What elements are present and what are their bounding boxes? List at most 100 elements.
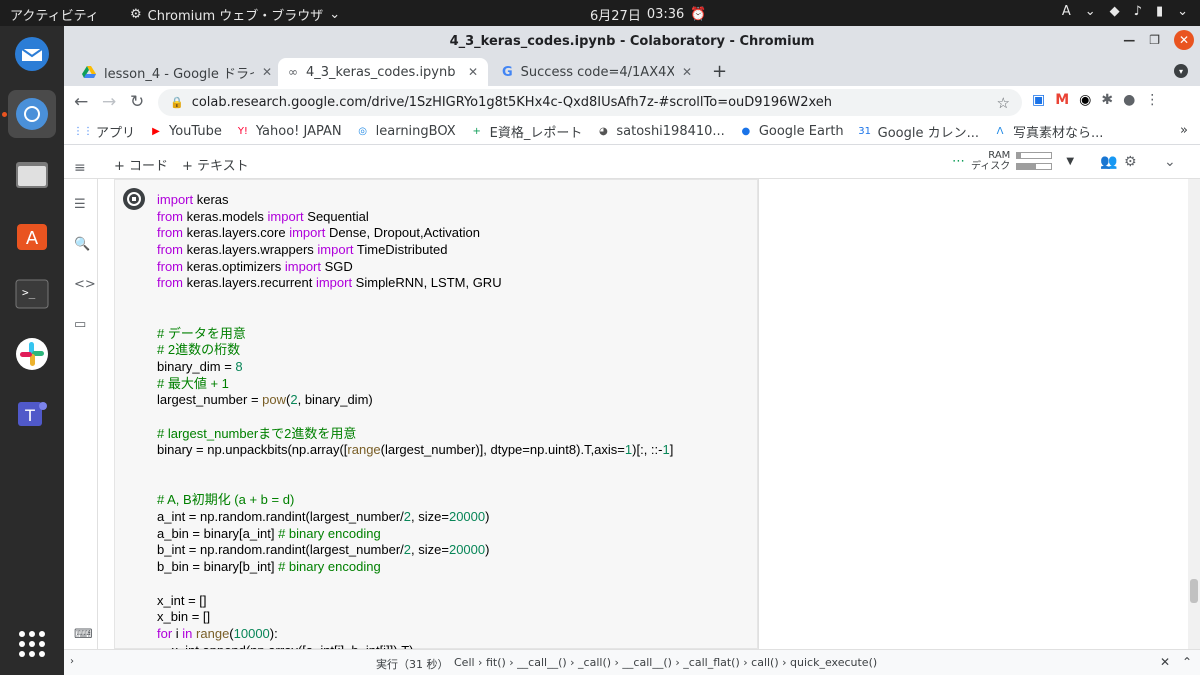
- code-token: SGD: [321, 258, 353, 274]
- code-token: import: [315, 275, 353, 291]
- close-window-button[interactable]: ✕: [1174, 30, 1194, 50]
- gmail-icon[interactable]: M: [1055, 92, 1069, 108]
- stop-square: [132, 197, 136, 201]
- code-line: # 2進数の桁数: [157, 342, 673, 359]
- maximize-icon[interactable]: ❐: [1149, 33, 1160, 47]
- add-text-button[interactable]: + テキスト: [182, 155, 249, 174]
- code-line: import keras: [157, 192, 673, 209]
- code-token: ): [485, 509, 490, 525]
- dock-show-apps[interactable]: [8, 620, 56, 668]
- dock-teams[interactable]: T: [8, 390, 56, 438]
- code-token: 10000: [233, 625, 270, 641]
- search-icon[interactable]: 🔍: [74, 237, 90, 252]
- command-palette-icon[interactable]: ⌨: [74, 627, 93, 642]
- dock-terminal[interactable]: >_: [8, 270, 56, 318]
- reload-icon[interactable]: ↻: [130, 92, 144, 112]
- system-tray[interactable]: A ⌄ ◆ ♪ ▮ ⌄: [1062, 4, 1188, 19]
- dock-thunderbird[interactable]: [8, 30, 56, 78]
- dock-chromium[interactable]: [8, 90, 56, 138]
- tab-colab[interactable]: ∞ 4_3_keras_codes.ipynb - Colaboratory ✕: [278, 58, 488, 86]
- tab-search-icon[interactable]: ▾: [1174, 64, 1188, 78]
- code-token: from: [157, 275, 183, 291]
- bookmark-label: 写真素材なら...: [1013, 126, 1104, 141]
- code-token: 2: [403, 542, 412, 558]
- bookmark-star-icon[interactable]: ☆: [997, 94, 1010, 112]
- share-people-icon[interactable]: 👥: [1100, 154, 1117, 170]
- code-editor[interactable]: import keras from keras.models import Seq…: [157, 192, 673, 659]
- resource-monitor[interactable]: ⋯ RAM ディスク ▼: [952, 150, 1074, 172]
- gear-icon[interactable]: ⚙: [1124, 154, 1137, 170]
- bookmark-item[interactable]: 31 Google カレン...: [858, 122, 979, 141]
- extension-screen-icon[interactable]: ▣: [1032, 92, 1045, 108]
- bookmark-item[interactable]: Y! Yahoo! JAPAN: [236, 124, 342, 139]
- activities-button[interactable]: アクティビティ: [10, 5, 99, 24]
- add-code-button[interactable]: + コード: [114, 155, 168, 174]
- bookmark-item[interactable]: ◕ satoshi198410...: [596, 124, 725, 139]
- code-snippets-icon[interactable]: <>: [74, 277, 96, 292]
- code-token: # largest_numberまで2進数を用意: [157, 425, 357, 441]
- tab-title: lesson_4 - Google ドライブ: [104, 66, 254, 82]
- extension-circle-icon[interactable]: ◉: [1079, 92, 1091, 108]
- bookmark-item[interactable]: Λ 写真素材なら...: [993, 122, 1104, 141]
- window-titlebar[interactable]: 4_3_keras_codes.ipynb - Colaboratory - C…: [64, 26, 1200, 56]
- code-token: keras: [193, 192, 229, 207]
- battery-icon: ▮: [1155, 4, 1164, 19]
- dock-slack[interactable]: [8, 330, 56, 378]
- forward-arrow-icon[interactable]: →: [102, 92, 116, 112]
- code-line: # A, B初期化 (a + b = d): [157, 492, 673, 509]
- code-token: (largest_number)], dtype=np.uint8).T,axi…: [380, 442, 625, 458]
- ram-bar: [1016, 152, 1053, 159]
- code-line: b_bin = binary[b_int] # binary encoding: [157, 559, 673, 576]
- table-of-contents-icon[interactable]: ☰: [74, 197, 86, 212]
- bookmarks-bar: ⋮⋮ アプリ ▶ YouTube Y! Yahoo! JAPAN ◎ learningBOX +…: [64, 119, 1200, 145]
- chevron-right-icon[interactable]: ›: [70, 656, 74, 667]
- scrollbar-thumb[interactable]: [1190, 579, 1198, 603]
- lock-icon[interactable]: 🔒: [170, 96, 184, 109]
- tab-success-code[interactable]: G Success code=4/1AX4XfWi ✕: [492, 58, 702, 86]
- code-line: binary_dim = 8: [157, 359, 673, 376]
- puzzle-icon[interactable]: ✱: [1101, 92, 1113, 108]
- clock[interactable]: 6月27日 03:36 ⏰: [590, 5, 706, 24]
- profile-avatar-icon[interactable]: ●: [1123, 92, 1135, 108]
- folder-icon[interactable]: ▭: [74, 317, 86, 332]
- close-icon[interactable]: ✕: [468, 65, 478, 79]
- bookmark-item[interactable]: ⋮⋮ アプリ: [73, 122, 135, 141]
- menu-icon[interactable]: ≡: [74, 160, 86, 176]
- bookmark-item[interactable]: ▶ YouTube: [149, 124, 222, 139]
- kebab-menu-icon[interactable]: ⋮: [1145, 92, 1159, 108]
- dock-software[interactable]: A: [8, 210, 56, 258]
- bookmark-item[interactable]: ◎ learningBOX: [356, 124, 455, 139]
- back-arrow-icon[interactable]: ←: [74, 92, 88, 112]
- address-bar[interactable]: 🔒 colab.research.google.com/drive/1SzHIG…: [158, 89, 1022, 116]
- close-icon[interactable]: ✕: [262, 65, 272, 79]
- chevron-down-icon[interactable]: ▼: [1066, 156, 1074, 167]
- app-menu[interactable]: ⚙ Chromium ウェブ・ブラウザ ⌄: [130, 5, 340, 24]
- code-token: , size=: [411, 542, 449, 558]
- collapse-chevron-icon[interactable]: ⌄: [1164, 154, 1176, 170]
- code-line: a_bin = binary[a_int] # binary encoding: [157, 526, 673, 543]
- bookmark-item[interactable]: ● Google Earth: [739, 124, 843, 139]
- github-cat-icon: ◕: [599, 126, 608, 137]
- close-icon[interactable]: ✕: [1160, 655, 1170, 669]
- bookmark-item[interactable]: + E資格_レポート: [470, 122, 582, 141]
- code-cell[interactable]: import keras from keras.models import Seq…: [114, 179, 758, 658]
- software-store-icon: A: [17, 224, 47, 250]
- tab-google-drive[interactable]: lesson_4 - Google ドライブ ✕: [72, 58, 282, 86]
- bookmarks-overflow-icon[interactable]: »: [1180, 123, 1188, 138]
- dock-files[interactable]: [8, 150, 56, 198]
- minimize-icon[interactable]: —: [1123, 33, 1135, 47]
- new-tab-button[interactable]: +: [712, 61, 727, 82]
- expand-icon[interactable]: ⌃: [1182, 655, 1192, 669]
- run-cell-button[interactable]: [123, 188, 145, 210]
- code-token: range: [347, 442, 381, 458]
- input-method-indicator[interactable]: A: [1062, 4, 1071, 19]
- close-icon[interactable]: ✕: [682, 65, 692, 79]
- url-text: colab.research.google.com/drive/1SzHIGRY…: [191, 95, 833, 110]
- code-token: range: [196, 625, 230, 641]
- disk-bar: [1016, 163, 1053, 170]
- notebook-scrollbar[interactable]: [1188, 179, 1200, 649]
- volume-icon: ♪: [1133, 4, 1142, 19]
